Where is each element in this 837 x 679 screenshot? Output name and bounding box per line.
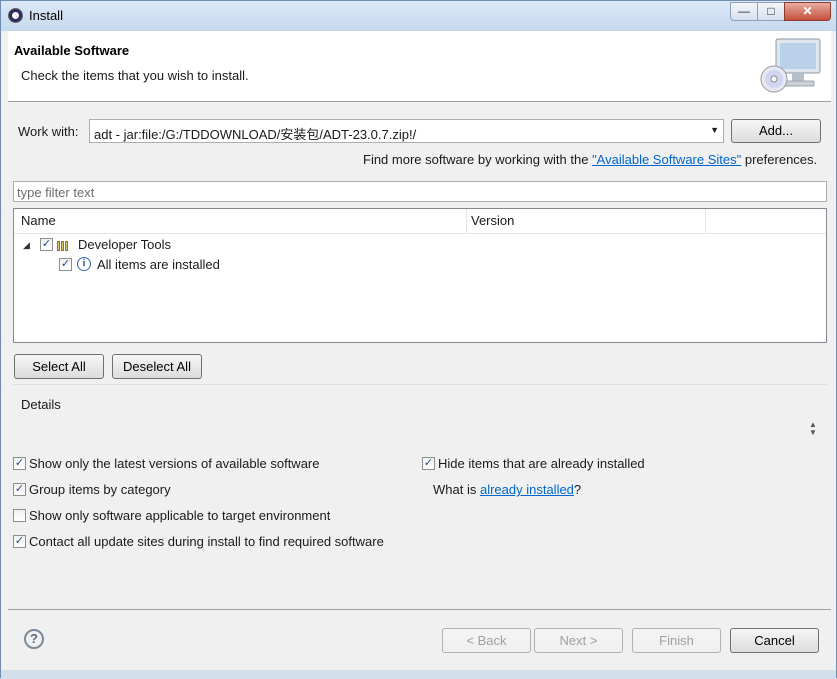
filter-input[interactable]: type filter text — [13, 181, 827, 202]
hide-installed-label: Hide items that are already installed — [438, 456, 645, 471]
all-installed-checkbox[interactable]: ✓ — [59, 258, 72, 271]
group-by-category-label: Group items by category — [29, 482, 171, 497]
more-software-prefix: Find more software by working with the — [363, 152, 589, 167]
page-title: Available Software — [14, 43, 130, 58]
maximize-button[interactable]: □ — [757, 2, 785, 21]
work-with-combo[interactable]: adt - jar:file:/G:/TDDOWNLOAD/安装包/ADT-23… — [89, 119, 724, 143]
latest-versions-checkbox[interactable]: ✓ — [13, 457, 26, 470]
already-installed-link[interactable]: already installed — [480, 482, 574, 497]
package-icon — [57, 239, 71, 251]
title-bar: Install — □ ✕ — [1, 1, 836, 31]
add-site-button[interactable]: Add... — [731, 119, 821, 143]
more-software-suffix: preferences. — [744, 152, 818, 167]
details-label: Details — [21, 397, 61, 412]
contact-sites-checkbox[interactable]: ✓ — [13, 535, 26, 548]
details-group — [13, 384, 827, 448]
eclipse-icon — [8, 8, 23, 23]
applicable-only-checkbox[interactable] — [13, 509, 26, 522]
column-version[interactable]: Version — [471, 213, 514, 228]
wizard-header: Available Software Check the items that … — [8, 31, 831, 102]
software-tree[interactable]: Name Version ◢ ✓ Developer Tools ✓ i All… — [13, 208, 827, 343]
what-is-installed: What is already installed? — [433, 482, 581, 497]
cd-monitor-icon — [760, 38, 821, 93]
install-dialog: Install — □ ✕ Available Software Check t… — [0, 0, 837, 679]
next-button[interactable]: Next > — [534, 628, 623, 653]
what-is-prefix: What is — [433, 482, 477, 497]
details-scroll-icon[interactable]: ▲ ▼ — [809, 421, 817, 437]
tree-item-label: Developer Tools — [78, 237, 171, 252]
back-button[interactable]: < Back — [442, 628, 531, 653]
minimize-button[interactable]: — — [730, 2, 758, 21]
tree-header: Name Version — [14, 209, 826, 234]
work-with-label: Work with: — [18, 124, 79, 139]
tree-item-label: All items are installed — [97, 257, 220, 272]
info-icon: i — [77, 257, 91, 271]
more-software-text: Find more software by working with the "… — [363, 152, 817, 167]
column-name[interactable]: Name — [21, 213, 56, 228]
latest-versions-label: Show only the latest versions of availab… — [29, 456, 320, 471]
help-icon[interactable]: ? — [24, 629, 44, 649]
work-with-value: adt - jar:file:/G:/TDDOWNLOAD/安装包/ADT-23… — [94, 127, 417, 142]
column-separator[interactable] — [466, 209, 467, 233]
page-subtitle: Check the items that you wish to install… — [21, 68, 249, 83]
column-separator[interactable] — [705, 209, 706, 233]
cancel-button[interactable]: Cancel — [730, 628, 819, 653]
finish-button[interactable]: Finish — [632, 628, 721, 653]
chevron-down-icon[interactable]: ▼ — [710, 125, 719, 135]
close-button[interactable]: ✕ — [784, 2, 831, 21]
group-by-category-checkbox[interactable]: ✓ — [13, 483, 26, 496]
available-software-sites-link[interactable]: "Available Software Sites" — [592, 152, 741, 167]
tree-item-developer-tools[interactable]: ◢ ✓ Developer Tools — [14, 235, 826, 255]
applicable-only-label: Show only software applicable to target … — [29, 508, 331, 523]
what-is-suffix: ? — [573, 482, 582, 497]
tree-item-all-installed[interactable]: ✓ i All items are installed — [14, 255, 826, 275]
hide-installed-checkbox[interactable]: ✓ — [422, 457, 435, 470]
developer-tools-checkbox[interactable]: ✓ — [40, 238, 53, 251]
filter-placeholder: type filter text — [17, 185, 95, 200]
expand-triangle-icon[interactable]: ◢ — [23, 240, 30, 251]
footer-divider — [8, 609, 831, 610]
window-title: Install — [29, 8, 63, 23]
deselect-all-button[interactable]: Deselect All — [112, 354, 202, 379]
contact-sites-label: Contact all update sites during install … — [29, 534, 384, 549]
select-all-button[interactable]: Select All — [14, 354, 104, 379]
